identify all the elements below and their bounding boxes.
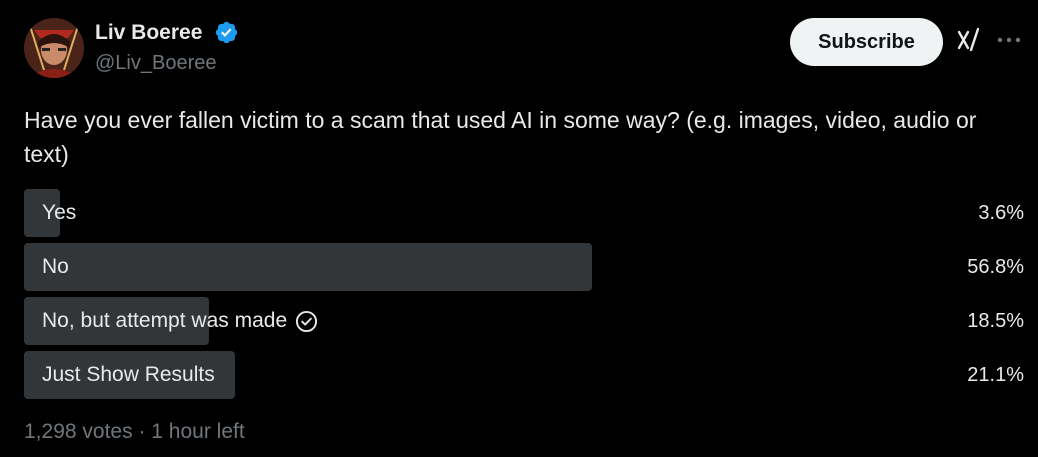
- verified-badge-icon[interactable]: [214, 20, 239, 45]
- avatar[interactable]: [24, 18, 84, 78]
- poll-meta: 1,298 votes · 1 hour left: [24, 419, 245, 445]
- poll-option-yes[interactable]: Yes 3.6%: [24, 189, 1024, 237]
- author-handle[interactable]: @Liv_Boeree: [95, 51, 216, 75]
- poll-option-percent: 56.8%: [967, 255, 1024, 278]
- poll-option-no[interactable]: No 56.8%: [24, 243, 1024, 291]
- avatar-image: [24, 18, 84, 78]
- poll-option-label: No, but attempt was made: [42, 309, 288, 332]
- poll-option-percent: 21.1%: [967, 363, 1024, 386]
- poll-option-attempt-made[interactable]: No, but attempt was made 18.5%: [24, 297, 1024, 345]
- post-text: Have you ever fallen victim to a scam th…: [24, 107, 977, 167]
- poll-option-percent: 18.5%: [967, 309, 1024, 332]
- grok-icon[interactable]: [955, 26, 983, 54]
- author-name[interactable]: Liv Boeree: [95, 20, 202, 46]
- check-circle-icon: [296, 310, 318, 332]
- poll-time-left: 1 hour left: [151, 420, 245, 443]
- poll-option-label: No: [42, 255, 69, 278]
- poll-option-label: Yes: [42, 201, 77, 224]
- poll-separator: ·: [138, 420, 146, 443]
- subscribe-button[interactable]: Subscribe: [790, 18, 943, 66]
- poll-option-percent: 3.6%: [978, 201, 1024, 224]
- post-card: Liv Boeree @Liv_Boeree Subscribe Have yo…: [0, 0, 1038, 457]
- more-horizontal-icon[interactable]: [997, 34, 1021, 46]
- poll-option-show-results[interactable]: Just Show Results 21.1%: [24, 351, 1024, 399]
- poll-votes: 1,298 votes: [24, 420, 133, 443]
- poll-option-label: Just Show Results: [42, 363, 215, 386]
- poll-bar: [24, 243, 592, 291]
